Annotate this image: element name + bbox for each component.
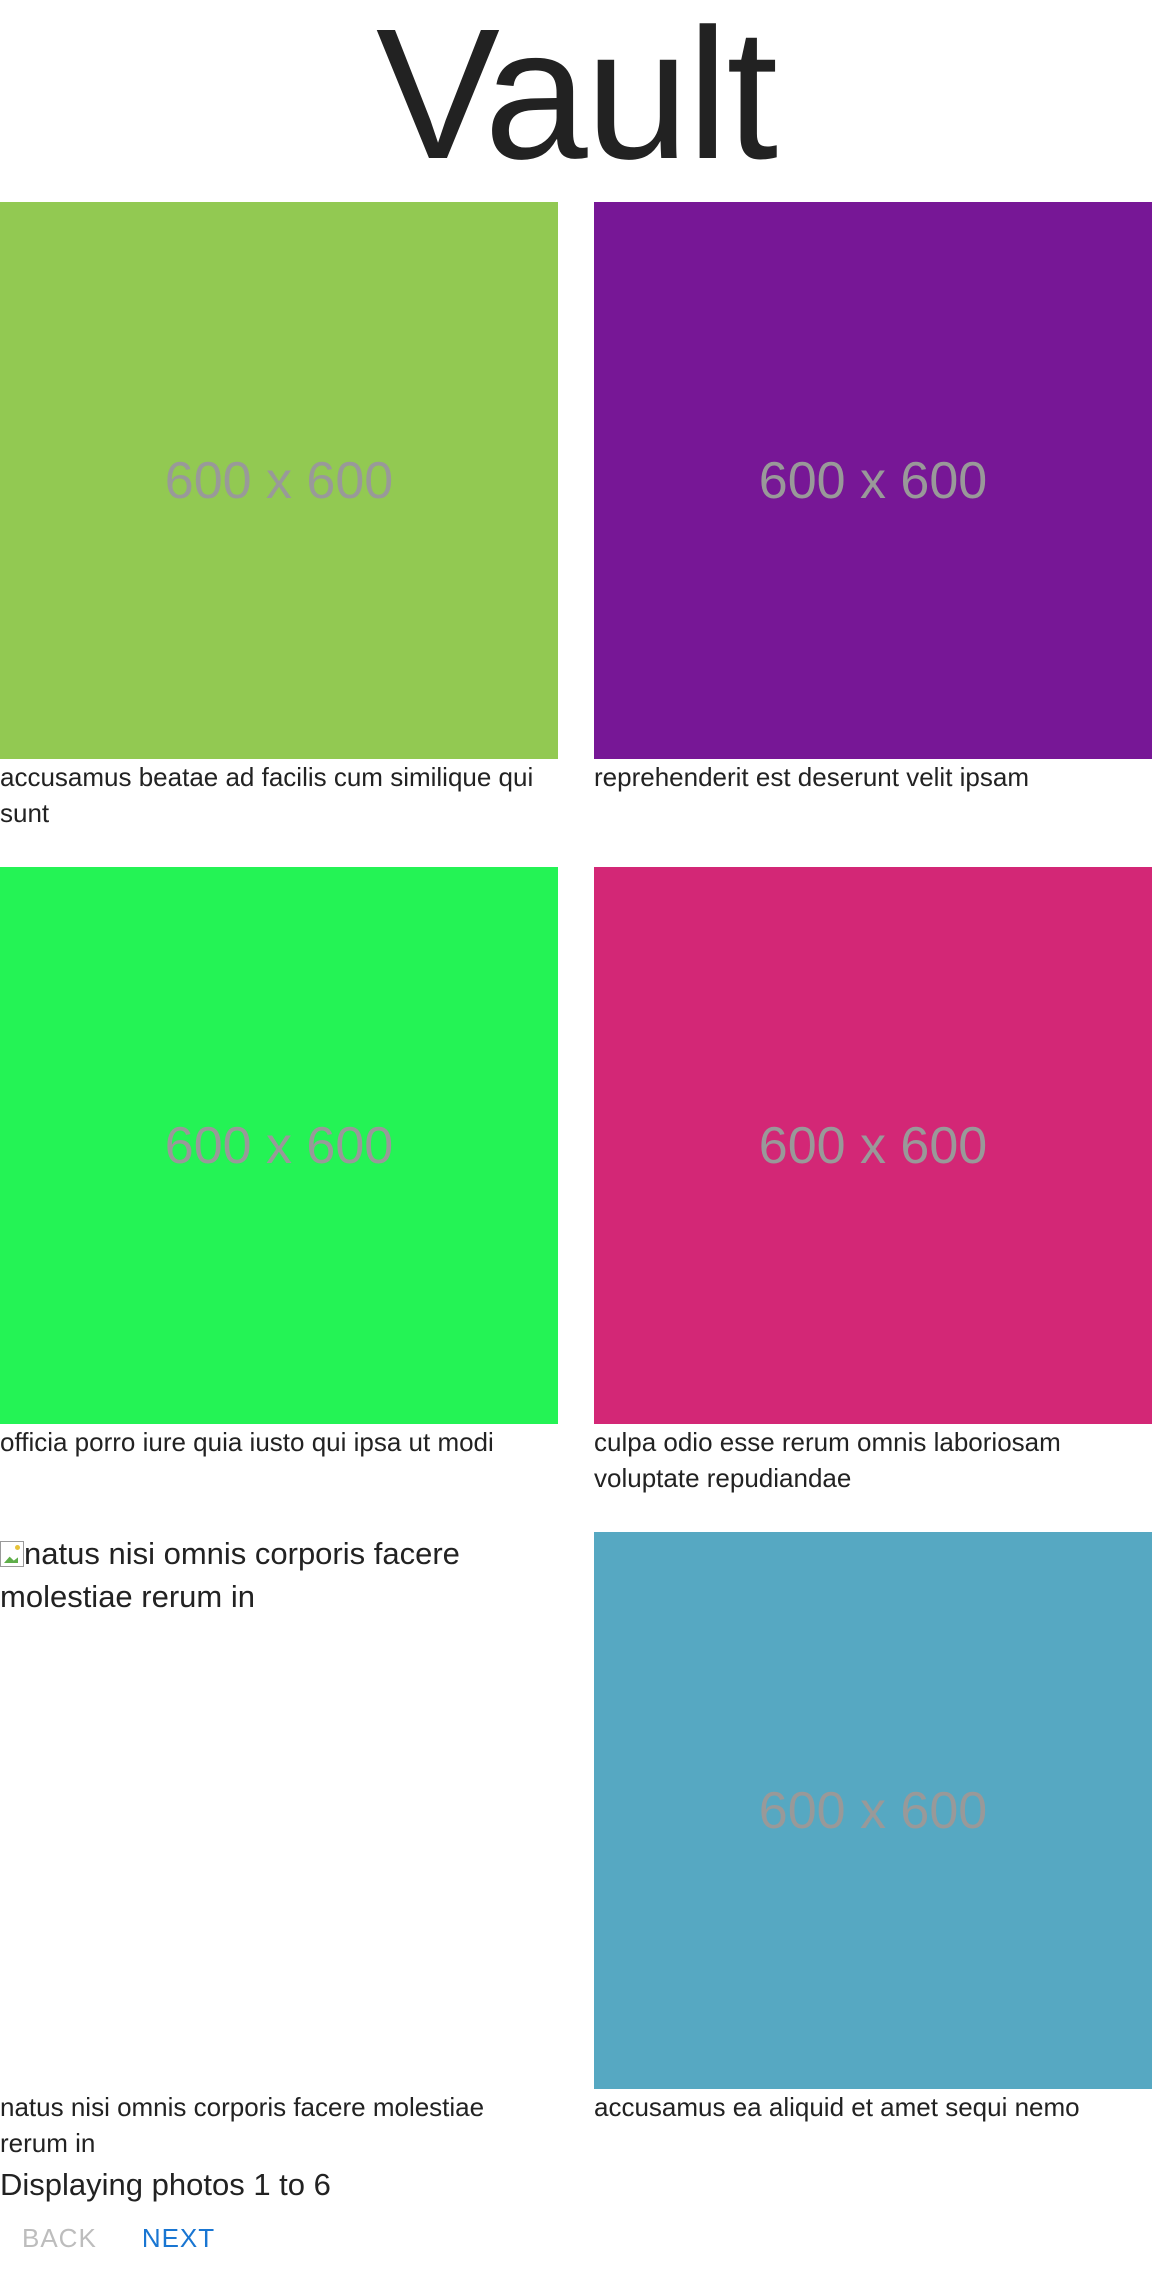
next-button[interactable]: NEXT [120, 2218, 237, 2258]
photo-thumbnail[interactable]: 600 x 600 [594, 867, 1152, 1424]
pagination-controls: BACK NEXT [0, 2218, 237, 2258]
photo-thumbnail[interactable]: 600 x 600 [594, 202, 1152, 759]
photo-caption: accusamus ea aliquid et amet sequi nemo [594, 2092, 1080, 2122]
back-button[interactable]: BACK [0, 2218, 119, 2258]
page-title: Vault [375, 0, 778, 198]
broken-image-icon [0, 1541, 24, 1567]
photo-caption: reprehenderit est deserunt velit ipsam [594, 762, 1030, 792]
photo-caption: officia porro iure quia iusto qui ipsa u… [0, 1427, 494, 1457]
photo-placeholder-label: 600 x 600 [758, 451, 988, 510]
photo-thumbnail-broken[interactable]: natus nisi omnis corporis facere molesti… [0, 1532, 558, 2089]
pagination-status: Displaying photos 1 to 6 [0, 2167, 331, 2202]
photo-card: 600 x 600 officia porro iure quia iusto … [0, 867, 558, 1460]
photo-card: 600 x 600 accusamus beatae ad facilis cu… [0, 202, 558, 831]
photo-caption: natus nisi omnis corporis facere molesti… [0, 2092, 485, 2158]
photo-caption: accusamus beatae ad facilis cum similiqu… [0, 762, 534, 828]
photo-thumbnail[interactable]: 600 x 600 [0, 867, 558, 1424]
photo-card: 600 x 600 culpa odio esse rerum omnis la… [594, 867, 1152, 1496]
photo-card: 600 x 600 accusamus ea aliquid et amet s… [594, 1532, 1152, 2125]
photo-placeholder-label: 600 x 600 [758, 1116, 988, 1175]
photo-alt-text: natus nisi omnis corporis facere molesti… [0, 1536, 460, 1614]
photo-placeholder-label: 600 x 600 [164, 1116, 394, 1175]
photo-placeholder-label: 600 x 600 [164, 451, 394, 510]
photo-placeholder-label: 600 x 600 [758, 1781, 988, 1840]
photo-card: natus nisi omnis corporis facere molesti… [0, 1532, 558, 2161]
photo-thumbnail[interactable]: 600 x 600 [594, 1532, 1152, 2089]
photo-card: 600 x 600 reprehenderit est deserunt vel… [594, 202, 1152, 795]
photo-caption: culpa odio esse rerum omnis laboriosam v… [594, 1427, 1061, 1493]
photo-thumbnail[interactable]: 600 x 600 [0, 202, 558, 759]
